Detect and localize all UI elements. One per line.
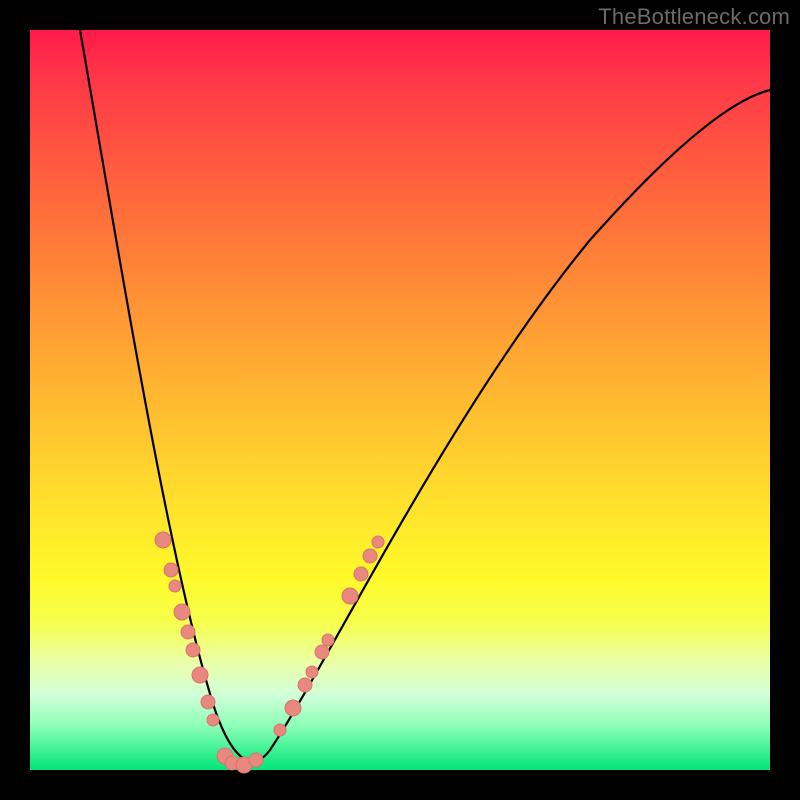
highlight-dot	[315, 645, 329, 659]
highlight-dot	[181, 625, 195, 639]
bottleneck-chart-svg	[30, 30, 770, 770]
highlight-dot	[342, 588, 358, 604]
highlight-dot	[249, 753, 263, 767]
highlight-dot	[192, 667, 208, 683]
highlight-dot	[285, 700, 301, 716]
highlight-dot	[169, 580, 181, 592]
highlight-dot	[186, 643, 200, 657]
highlight-dot	[174, 604, 190, 620]
highlight-dot	[322, 634, 334, 646]
highlight-dot	[363, 549, 377, 563]
highlight-dot	[372, 536, 384, 548]
highlight-dot	[274, 724, 286, 736]
highlight-dot	[155, 532, 171, 548]
highlight-dot	[306, 666, 318, 678]
highlight-dot	[298, 678, 312, 692]
highlight-dot	[201, 695, 215, 709]
highlight-dots-group	[155, 532, 384, 773]
bottleneck-curve	[80, 30, 770, 761]
highlight-dot	[354, 567, 368, 581]
highlight-dot	[207, 714, 219, 726]
highlight-dot	[164, 563, 178, 577]
chart-area	[30, 30, 770, 770]
watermark-text: TheBottleneck.com	[598, 4, 790, 30]
